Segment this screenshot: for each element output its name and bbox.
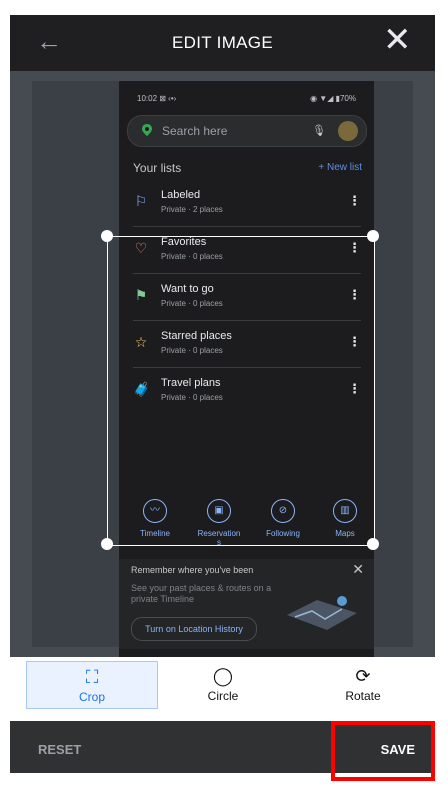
avatar [338,121,358,141]
image-preview: 10:02 ⊠ ‹•› ◉ ▼◢ ▮70% Search here 🎙 Your… [32,81,413,661]
crop-tool-button[interactable]: ⛶ Crop [26,661,158,709]
save-highlight-box [331,721,435,781]
rotate-label: Rotate [345,689,381,703]
crop-icon: ⛶ [85,667,99,687]
rotate-tool-button[interactable]: ⟳ Rotate [298,661,428,707]
edit-image-screen: ← EDIT IMAGE ✕ 10:02 ⊠ ‹•› ◉ ▼◢ ▮70% Sea… [10,15,435,781]
circle-crop-icon: ◯ [212,666,234,686]
close-icon: ✕ [352,561,364,577]
crop-handle-top-left[interactable] [101,230,113,242]
location-history-button: Turn on Location History [131,617,257,641]
status-icons: ◉ ▼◢ ▮70% [310,94,356,103]
circle-tool-button[interactable]: ◯ Circle [158,661,288,707]
page-title: EDIT IMAGE [172,33,273,52]
crop-label: Crop [78,690,105,704]
crop-frame[interactable] [107,236,375,546]
timeline-desc: See your past places & routes on a priva… [131,583,272,604]
mic-icon: 🎙 [312,125,326,137]
status-time: 10:02 ⊠ ‹•› [137,94,177,103]
lists-header: Your lists [133,161,182,175]
image-canvas: 10:02 ⊠ ‹•› ◉ ▼◢ ▮70% Search here 🎙 Your… [10,71,435,661]
list-item: ⚐ Labeled Private · 2 places ⋮ [133,181,361,227]
map-illustration-icon [287,596,357,630]
list-name: Labeled [161,189,201,201]
top-bar: ← EDIT IMAGE ✕ [10,15,435,71]
search-bar: Search here 🎙 [127,115,367,147]
timeline-title: Remember where you've been [131,565,254,575]
crop-handle-bottom-right[interactable] [367,538,379,550]
divider [133,226,361,227]
circle-label: Circle [207,689,239,703]
list-sub: Private · 2 places [161,205,223,214]
close-icon[interactable]: ✕ [383,23,417,57]
timeline-card: Remember where you've been ✕ See your pa… [119,559,374,649]
footer-bar: RESET SAVE [10,721,435,781]
more-icon: ⋮ [348,193,361,208]
crop-handle-top-right[interactable] [367,230,379,242]
flag-outline-icon: ⚐ [134,193,148,209]
rotate-icon: ⟳ [355,666,371,686]
new-list-link: + New list [318,162,362,173]
maps-pin-icon [142,124,152,136]
reset-button[interactable]: RESET [38,742,81,757]
tool-bar: ⛶ Crop ◯ Circle ⟳ Rotate [10,657,435,721]
search-placeholder: Search here [162,124,228,138]
crop-handle-bottom-left[interactable] [101,538,113,550]
